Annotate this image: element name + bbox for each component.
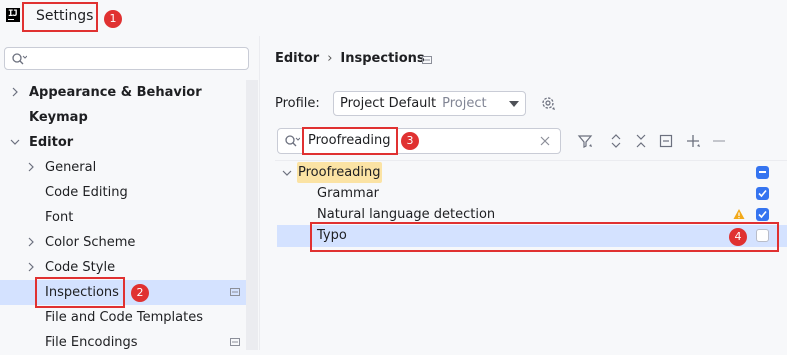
reset-to-default-icon[interactable] — [658, 133, 674, 149]
chevron-right-icon — [28, 262, 34, 272]
collapse-all-icon[interactable] — [633, 133, 649, 149]
gear-icon[interactable] — [540, 95, 556, 111]
dropdown-arrow-icon — [509, 101, 519, 107]
inspection-label: Grammar — [317, 186, 380, 201]
sidebar-item-appearance-behavior[interactable]: Appearance & Behavior — [0, 80, 259, 105]
chevron-right-icon — [28, 162, 34, 172]
sidebar-item-label: File and Code Templates — [45, 310, 203, 325]
sidebar-item-file-code-templates[interactable]: File and Code Templates — [0, 305, 259, 330]
breadcrumb-current: Inspections — [340, 51, 425, 66]
inspection-group-label: Proofreading — [297, 162, 382, 183]
sidebar-item-label: Code Editing — [45, 185, 128, 200]
profile-scope: Project — [442, 96, 487, 111]
sidebar-item-label: Appearance & Behavior — [29, 85, 202, 100]
annotation-box-1 — [22, 2, 98, 32]
inspection-checkbox[interactable] — [756, 208, 769, 221]
sidebar-item-label: Editor — [29, 135, 74, 150]
sidebar-item-editor[interactable]: Editor — [0, 130, 259, 155]
intellij-logo-icon: IJ — [6, 8, 20, 22]
chevron-down-icon[interactable] — [282, 168, 292, 178]
warning-icon — [733, 209, 745, 219]
profile-label: Profile: — [275, 96, 320, 111]
sidebar-item-font[interactable]: Font — [0, 205, 259, 230]
inspection-checkbox[interactable] — [756, 187, 769, 200]
sidebar-item-label: Color Scheme — [45, 235, 136, 250]
add-icon[interactable] — [685, 133, 701, 149]
sidebar-item-label: General — [45, 160, 97, 175]
chevron-down-icon — [10, 139, 20, 145]
breadcrumb-parent[interactable]: Editor — [275, 51, 319, 66]
annotation-badge-3: 3 — [401, 132, 419, 150]
annotation-badge-2: 2 — [131, 284, 149, 302]
breadcrumb-separator: › — [327, 51, 333, 66]
annotation-box-3 — [302, 127, 398, 155]
search-icon — [12, 53, 27, 65]
chevron-right-icon — [12, 87, 18, 97]
annotation-box-4 — [310, 222, 779, 252]
sidebar-item-color-scheme[interactable]: Color Scheme — [0, 230, 259, 255]
sidebar-item-keymap[interactable]: Keymap — [0, 105, 259, 130]
profile-dropdown[interactable]: Project Default Project — [333, 91, 526, 116]
clear-search-icon[interactable] — [540, 136, 550, 146]
project-scope-icon — [230, 338, 240, 346]
profile-value: Project Default — [340, 96, 437, 111]
sidebar-item-label: Font — [45, 210, 74, 225]
settings-search-input[interactable] — [4, 47, 249, 70]
annotation-badge-1: 1 — [104, 10, 122, 28]
expand-all-icon[interactable] — [608, 133, 624, 149]
tree-divider — [275, 160, 787, 161]
inspection-row-grammar[interactable]: Grammar — [277, 183, 787, 204]
sidebar-item-label: Keymap — [29, 110, 88, 125]
sidebar-item-code-editing[interactable]: Code Editing — [0, 180, 259, 205]
sidebar-item-label: File Encodings — [45, 335, 138, 350]
sidebar-item-file-encodings[interactable]: File Encodings — [0, 330, 259, 355]
remove-icon[interactable] — [711, 133, 727, 149]
search-icon — [285, 135, 300, 147]
sidebar-item-general[interactable]: General — [0, 155, 259, 180]
project-scope-icon — [422, 56, 432, 64]
filter-icon[interactable] — [577, 133, 593, 149]
group-checkbox[interactable] — [756, 166, 769, 179]
project-scope-icon — [230, 288, 240, 296]
chevron-right-icon — [28, 237, 34, 247]
breadcrumb: Editor › Inspections — [275, 51, 425, 66]
annotation-box-2 — [35, 277, 125, 308]
annotation-badge-4: 4 — [729, 228, 747, 246]
inspection-group-proofreading[interactable]: Proofreading — [277, 162, 787, 183]
panel-divider[interactable] — [259, 36, 260, 350]
